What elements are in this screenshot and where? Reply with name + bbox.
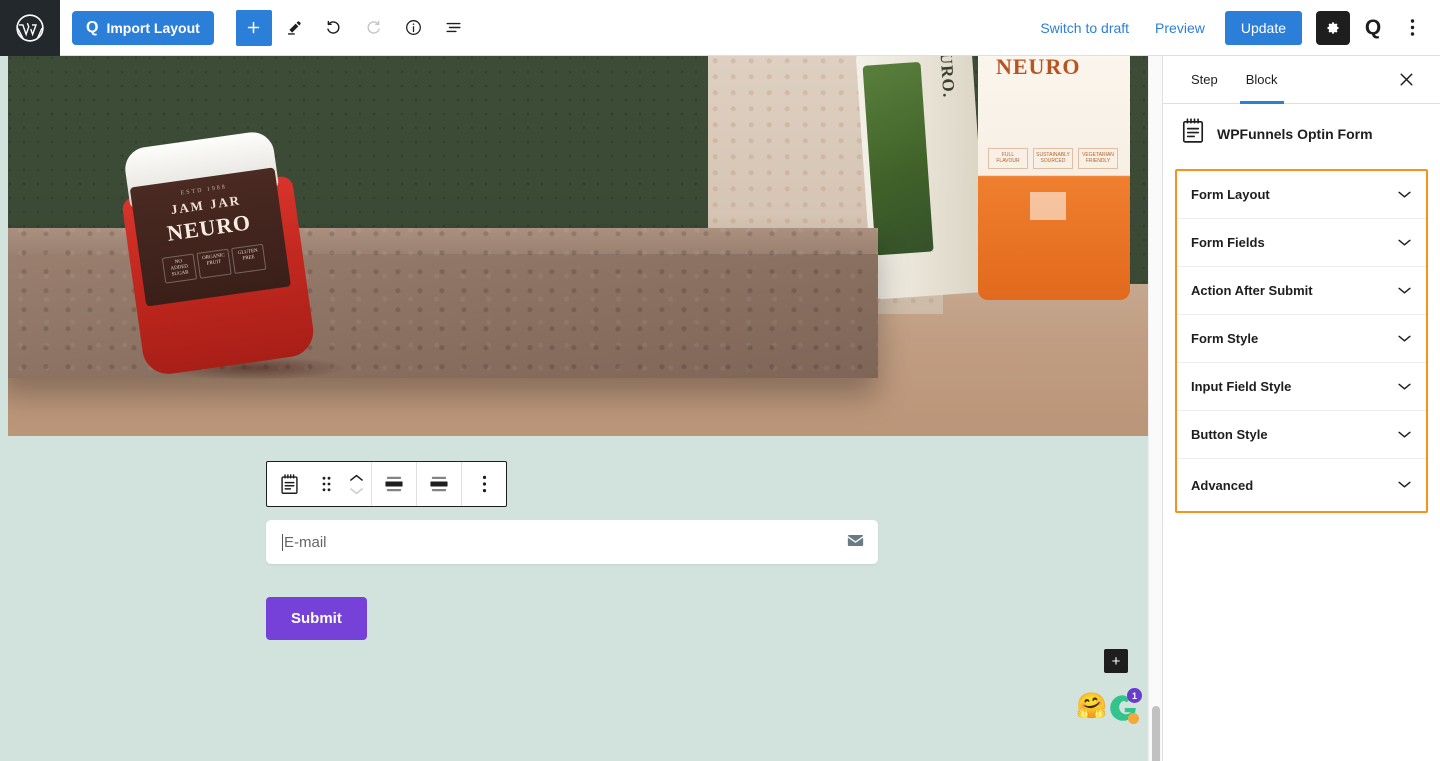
green-label-patch [862,61,934,256]
envelope-icon [847,534,864,551]
text-cursor [282,533,283,551]
jar-chip: VEGETARIAN FRIENDLY [1078,148,1118,169]
q-glyph: Q [1364,15,1382,39]
block-toolbar [266,461,507,507]
chevron-down-icon [1397,282,1412,300]
justify-center-icon[interactable] [417,462,461,506]
import-layout-button[interactable]: Q Import Layout [72,10,214,45]
editor-root: Q Import Layout Switch to draft Preview … [0,0,1440,761]
grammarly-status-dot [1128,713,1139,724]
settings-panel-group: Form Layout Form Fields Action After Sub… [1175,169,1428,513]
chevron-down-icon [1397,426,1412,444]
q-logo-icon: Q [86,18,99,36]
settings-gear-icon[interactable] [1316,10,1350,45]
move-down-button[interactable] [348,485,365,497]
panel-input-field-style[interactable]: Input Field Style [1177,363,1426,411]
block-toolbar-segment-options [462,462,506,506]
panel-label: Button Style [1191,427,1268,442]
undo-button[interactable] [316,10,352,46]
grammarly-g-icon[interactable]: 1 [1108,688,1142,724]
update-button[interactable]: Update [1224,10,1302,45]
jar-orange-chips: FULL FLAVOUR SUSTAINABLY SOURCED VEGETAR… [988,148,1118,169]
editor-top-bar: Q Import Layout Switch to draft Preview … [0,0,1440,56]
chevron-down-icon [1397,378,1412,396]
panel-label: Action After Submit [1191,283,1313,298]
wpfunnels-q-logo-icon[interactable]: Q [1356,11,1390,45]
drag-handle-icon[interactable] [311,462,341,506]
import-layout-label: Import Layout [106,19,200,36]
email-input[interactable]: E-mail [284,534,847,551]
switch-to-draft-button[interactable]: Switch to draft [1030,14,1139,42]
panel-form-fields[interactable]: Form Fields [1177,219,1426,267]
block-toolbar-segment-align [372,462,417,506]
editor-tools [235,9,472,46]
selected-block-info: WPFunnels Optin Form [1163,104,1440,165]
selected-block-name: WPFunnels Optin Form [1217,125,1373,142]
settings-sidebar: Step Block WPFunnels Optin Form Form Lay… [1162,56,1440,761]
jar-label-chip: GLUTEN FREE [231,243,267,274]
jar-label-chip: ORGANIC FRUIT [196,248,232,279]
block-inserter-button[interactable] [235,9,272,46]
chevron-down-icon [1397,330,1412,348]
preview-button[interactable]: Preview [1145,14,1215,42]
email-input-wrapper[interactable]: E-mail [266,520,878,564]
panel-form-style[interactable]: Form Style [1177,315,1426,363]
optin-form-block-icon [1181,118,1205,149]
canvas-scrollbar-thumb[interactable] [1152,706,1160,761]
chevron-down-icon [1397,234,1412,252]
move-up-button[interactable] [348,472,365,484]
wordpress-logo-icon[interactable] [0,0,60,56]
product-jar-orange: NEURO FULL FLAVOUR SUSTAINABLY SOURCED V… [978,56,1130,300]
panel-form-layout[interactable]: Form Layout [1177,171,1426,219]
close-icon[interactable] [1386,56,1426,103]
hugging-face-emoji[interactable]: 🤗 [1076,694,1107,719]
add-block-button[interactable]: + [1104,649,1128,673]
list-view-button[interactable] [436,10,472,46]
panel-label: Input Field Style [1191,379,1292,394]
hero-product-image[interactable]: NEURO. NEURO FULL FLAVOUR SUSTAINABLY SO… [8,56,1148,436]
canvas-scrollbar-track[interactable] [1148,56,1162,761]
tab-block[interactable]: Block [1232,56,1292,104]
jar-label: ESTD 1988 JAM JAR NEURO NO ADDED SUGAR O… [129,167,291,307]
jar-chip: FULL FLAVOUR [988,148,1028,169]
top-bar-actions: Switch to draft Preview Update Q [1030,10,1440,45]
panel-action-after-submit[interactable]: Action After Submit [1177,267,1426,315]
block-mover [341,462,371,506]
optin-form-block[interactable]: E-mail Submit [266,520,878,640]
block-options-ellipsis-icon[interactable] [462,462,506,506]
panel-label: Advanced [1191,477,1254,493]
jar-chip: SUSTAINABLY SOURCED [1033,148,1073,169]
jar-orange-tag [1030,192,1066,220]
details-info-button[interactable] [396,10,432,46]
grammarly-badge-count: 1 [1127,688,1142,703]
jar-label-chip: NO ADDED SUGAR [161,253,198,284]
jar-green-brand-text: NEURO. [934,56,959,99]
block-toolbar-segment-justify [417,462,462,506]
jar-orange-brand-text: NEURO [996,56,1081,79]
panel-advanced[interactable]: Advanced [1177,459,1426,511]
chevron-down-icon [1397,476,1412,494]
tools-pencil-button[interactable] [276,10,312,46]
panel-label: Form Fields [1191,235,1265,250]
product-jam-jar: ESTD 1988 JAM JAR NEURO NO ADDED SUGAR O… [111,126,327,384]
more-options-icon[interactable] [1396,11,1428,45]
panel-label: Form Layout [1191,187,1270,202]
optin-form-block-icon[interactable] [267,462,311,506]
tab-step[interactable]: Step [1177,56,1232,103]
panel-button-style[interactable]: Button Style [1177,411,1426,459]
block-toolbar-segment-block [267,462,372,506]
panel-label: Form Style [1191,331,1259,346]
editor-canvas: NEURO. NEURO FULL FLAVOUR SUSTAINABLY SO… [0,56,1148,761]
chevron-down-icon [1397,186,1412,204]
align-center-icon[interactable] [372,462,416,506]
redo-button[interactable] [356,10,392,46]
submit-button[interactable]: Submit [266,597,367,640]
sidebar-tabs: Step Block [1163,56,1440,104]
